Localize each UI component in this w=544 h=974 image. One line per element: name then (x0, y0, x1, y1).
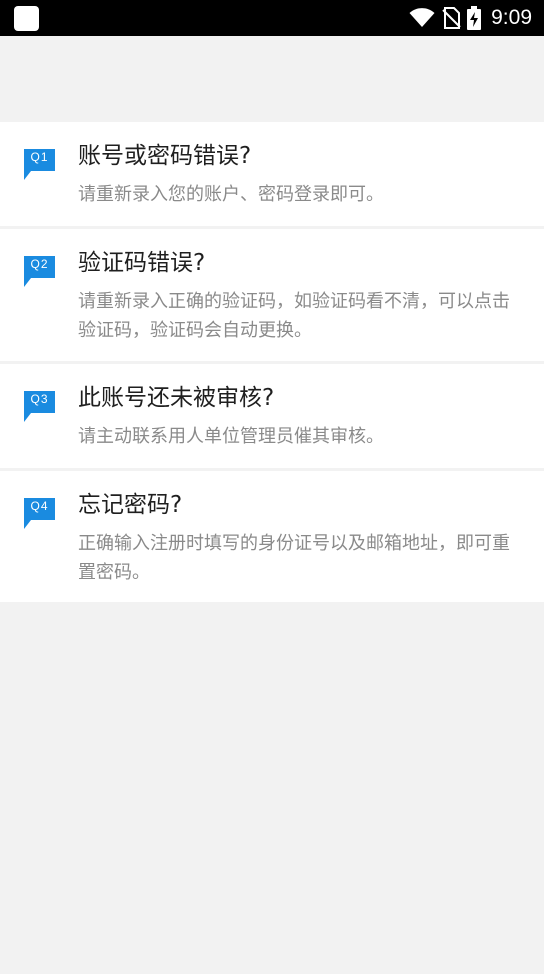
question-badge-icon: Q1 (24, 149, 55, 181)
faq-item[interactable]: Q2 验证码错误? 请重新录入正确的验证码，如验证码看不清，可以点击验证码，验证… (0, 229, 544, 361)
faq-answer: 请重新录入正确的验证码，如验证码看不清，可以点击验证码，验证码会自动更换。 (78, 291, 510, 341)
faq-item[interactable]: Q1 账号或密码错误? 请重新录入您的账户、密码登录即可。 (0, 122, 544, 226)
question-badge-icon: Q4 (24, 498, 55, 530)
faq-question: 忘记密码? (78, 492, 183, 518)
faq-answer: 请重新录入您的账户、密码登录即可。 (78, 184, 384, 205)
battery-charging-icon (467, 6, 482, 30)
question-badge-icon: Q3 (24, 391, 55, 423)
faq-question: 此账号还未被审核? (78, 385, 275, 411)
faq-question: 账号或密码错误? (78, 143, 252, 169)
faq-answer: 正确输入注册时填写的身份证号以及邮箱地址，即可重置密码。 (78, 533, 510, 583)
faq-answer: 请主动联系用人单位管理员催其审核。 (78, 426, 384, 447)
status-time: 9:09 (491, 6, 532, 29)
question-badge-icon: Q2 (24, 256, 55, 288)
faq-question: 验证码错误? (78, 250, 206, 276)
status-bar: 9:09 (0, 0, 544, 36)
faq-list: Q1 账号或密码错误? 请重新录入您的账户、密码登录即可。 Q2 验证码错误? … (0, 122, 544, 605)
status-icons: 9:09 (409, 0, 532, 36)
app-notification-icon (14, 6, 39, 31)
wifi-icon (409, 8, 435, 28)
no-sim-icon (441, 7, 461, 29)
faq-item[interactable]: Q4 忘记密码? 正确输入注册时填写的身份证号以及邮箱地址，即可重置密码。 (0, 471, 544, 602)
faq-item[interactable]: Q3 此账号还未被审核? 请主动联系用人单位管理员催其审核。 (0, 364, 544, 468)
